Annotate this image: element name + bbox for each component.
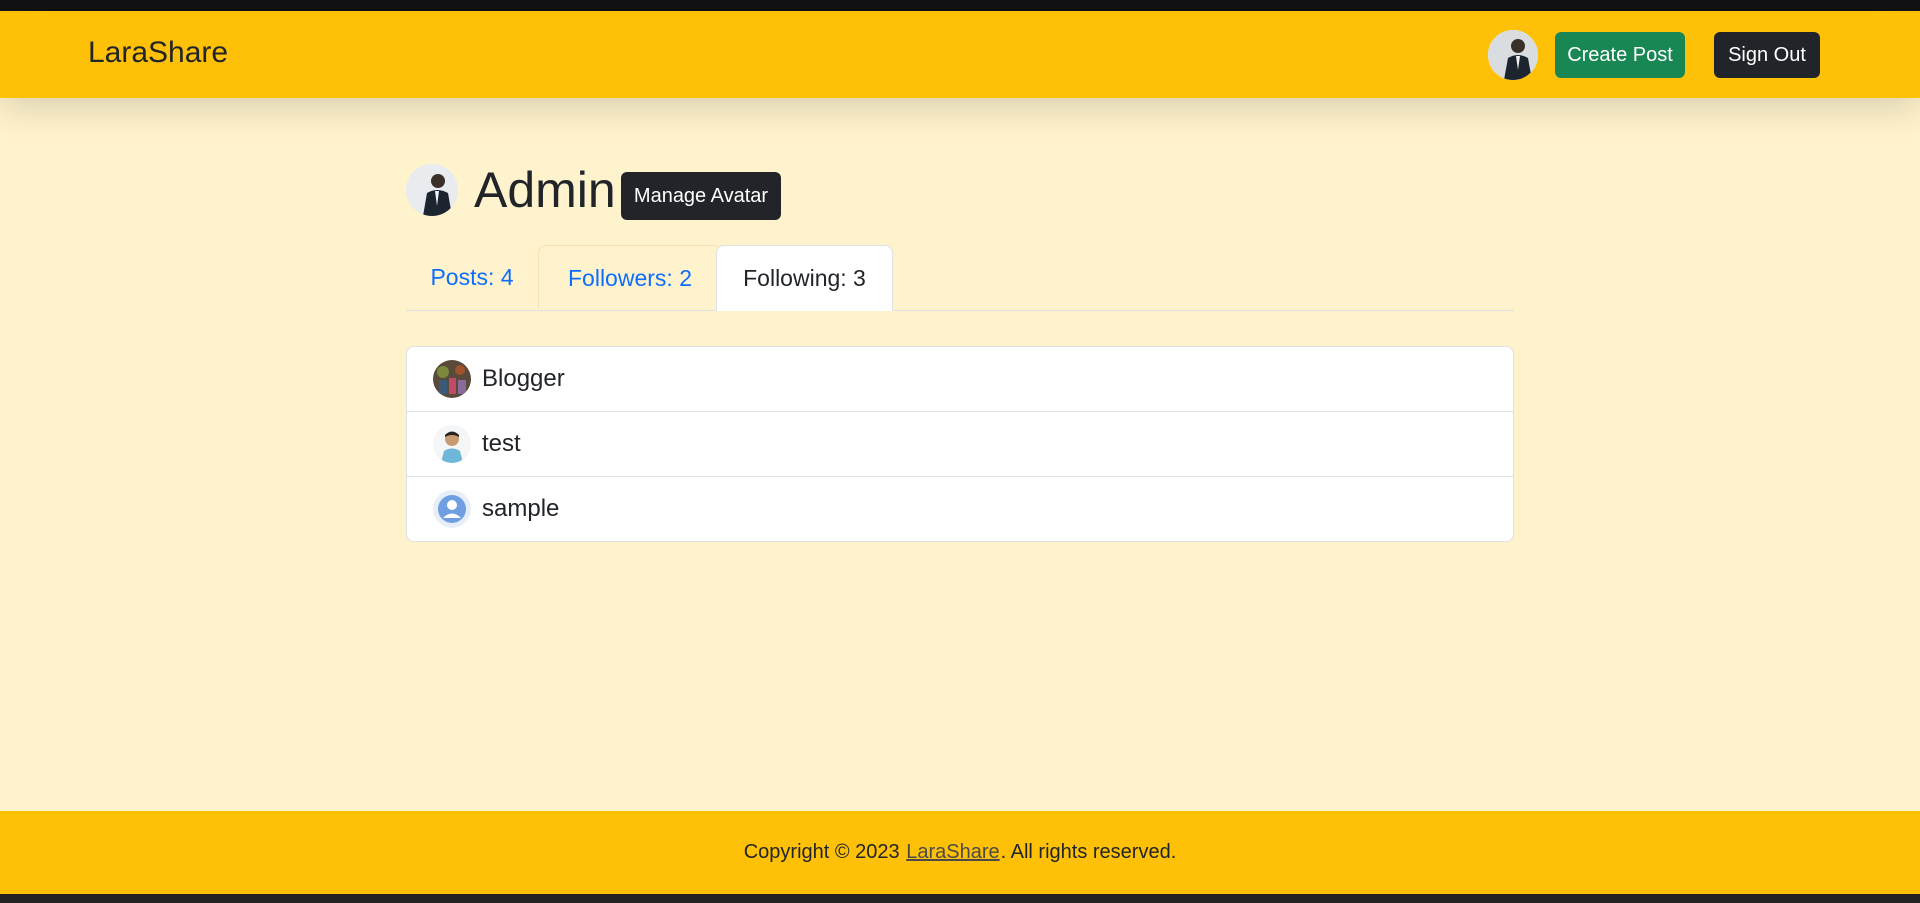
following-name: Blogger bbox=[482, 365, 565, 392]
footer-copyright-text: Copyright © 2023 bbox=[743, 841, 900, 863]
following-list: Blogger test sample bbox=[406, 346, 1514, 542]
browser-top-strip bbox=[0, 0, 1920, 11]
list-item[interactable]: sample bbox=[407, 477, 1513, 541]
manage-avatar-button[interactable]: Manage Avatar bbox=[621, 172, 781, 220]
profile-avatar bbox=[406, 164, 458, 216]
footer-brand-link[interactable]: LaraShare bbox=[906, 841, 999, 864]
photo-avatar bbox=[433, 360, 471, 398]
tab-following[interactable]: Following: 3 bbox=[716, 245, 893, 311]
list-item[interactable]: test bbox=[407, 412, 1513, 477]
profile-avatar-image bbox=[406, 164, 458, 216]
profile-tabs: Posts: 4 Followers: 2 Following: 3 bbox=[406, 245, 1514, 311]
profile-username: Admin bbox=[474, 162, 616, 218]
navbar: LaraShare Create Post Sign Out bbox=[0, 11, 1920, 98]
person-avatar bbox=[433, 425, 471, 463]
tab-followers[interactable]: Followers: 2 bbox=[538, 245, 722, 309]
create-post-button[interactable]: Create Post bbox=[1555, 32, 1685, 78]
footer-suffix-text: . All rights reserved. bbox=[1000, 841, 1177, 863]
tab-posts[interactable]: Posts: 4 bbox=[406, 245, 538, 309]
browser-bottom-strip bbox=[0, 894, 1920, 903]
following-name: test bbox=[482, 430, 521, 457]
following-name: sample bbox=[482, 495, 560, 522]
page-footer: Copyright © 2023 LaraShare. All rights r… bbox=[0, 811, 1920, 894]
brand-logo-link[interactable]: LaraShare bbox=[88, 33, 228, 73]
user-avatar-image bbox=[1488, 30, 1538, 80]
default-user-icon bbox=[433, 490, 471, 528]
sign-out-button[interactable]: Sign Out bbox=[1714, 32, 1820, 78]
user-avatar[interactable] bbox=[1488, 30, 1538, 80]
list-item[interactable]: Blogger bbox=[407, 347, 1513, 412]
